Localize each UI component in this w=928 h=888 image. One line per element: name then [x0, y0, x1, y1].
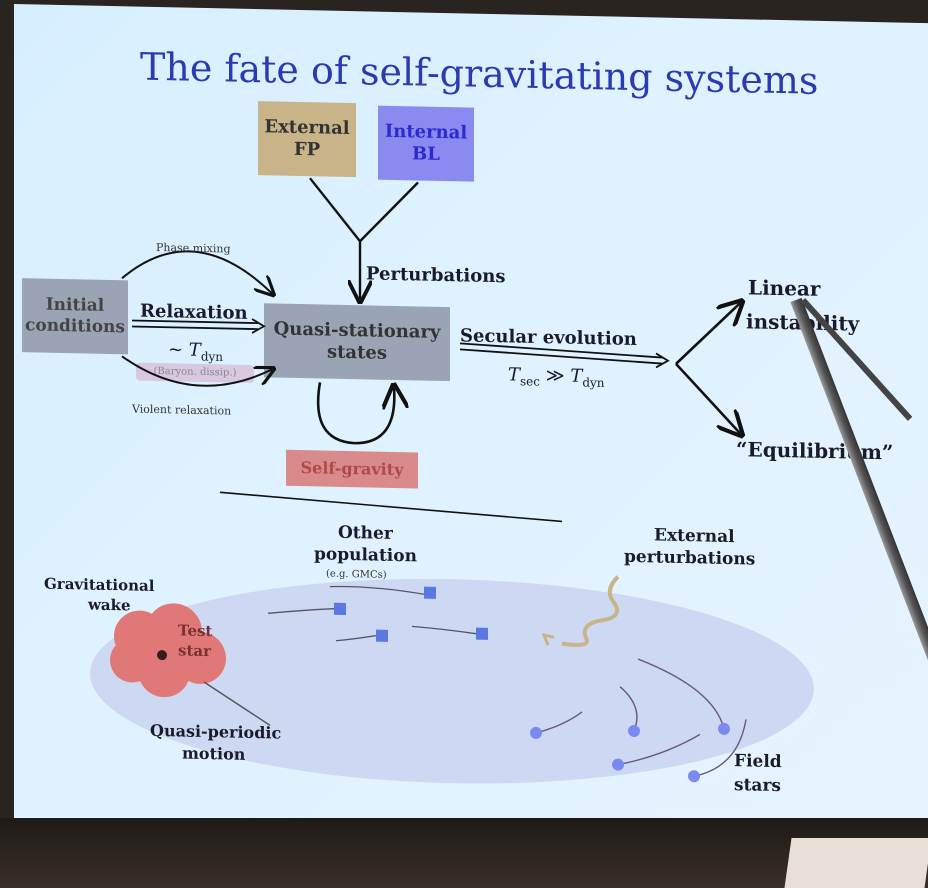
eg-gmcs-label: (e.g. GMCs): [326, 568, 387, 581]
external-perturbations-label-1: External: [654, 525, 735, 548]
other-label: Other: [338, 522, 393, 544]
gravitational-label: Gravitational: [44, 574, 155, 595]
t-dyn-subscript-2: dyn: [582, 375, 605, 390]
gmc-marker-2: [334, 602, 346, 615]
star-label: star: [178, 641, 211, 661]
secular-evolution-label: Secular evolution: [460, 325, 637, 351]
equilibrium-label: “Equilibrium”: [736, 437, 894, 465]
t-dyn-symbol: ~ T: [168, 339, 201, 361]
relaxation-arrow-bottom: [132, 325, 258, 331]
fp-branch-line: [309, 177, 361, 242]
t-dyn-subscript: dyn: [200, 349, 224, 364]
separator-line: [219, 491, 563, 523]
quasi-periodic-label: Quasi-periodic: [150, 720, 282, 743]
equilibrium-fork-arrow: [675, 362, 740, 433]
secular-arrow-bottom: [459, 348, 663, 365]
gmc-marker-3: [376, 629, 388, 642]
phase-mixing-label: Phase mixing: [156, 240, 231, 256]
gmc-marker-1: [424, 586, 436, 599]
external-perturbations-label-2: perturbations: [624, 546, 756, 570]
stars-label: stars: [734, 775, 781, 797]
much-greater-symbol: ≫: [545, 365, 565, 387]
self-gravity-loop: [316, 382, 394, 445]
diagram-arrows: [90, 177, 814, 784]
relaxation-arrow-head: [251, 318, 266, 334]
field-label: Field: [734, 751, 782, 773]
motion-label: motion: [182, 743, 246, 764]
t-sec-label: Tsec ≫ Tdyn: [508, 364, 605, 390]
field-star-5: [688, 770, 700, 783]
linear-label: Linear: [748, 275, 821, 301]
relaxation-label: Relaxation: [140, 300, 248, 324]
gmc-marker-4: [476, 627, 488, 640]
violent-relaxation-label: Violent relaxation: [132, 402, 232, 418]
population-label: population: [314, 544, 417, 567]
linear-fork-arrow: [675, 302, 740, 365]
wake-label: wake: [88, 595, 131, 615]
phase-mixing-arc: [121, 250, 272, 293]
t-sec-subscript: sec: [520, 374, 540, 389]
perturbations-label: Perturbations: [366, 263, 506, 288]
test-label: Test: [178, 621, 213, 641]
t-dyn-label: ~ Tdyn: [168, 339, 223, 364]
t-sec-symbol: T: [508, 364, 521, 386]
podium-corner: [784, 838, 928, 888]
bl-branch-line: [359, 181, 419, 243]
t-dyn-symbol-2: T: [570, 365, 583, 387]
secular-arrow-head: [655, 352, 670, 369]
slide: The fate of self-gravitating systems Ext…: [14, 4, 928, 840]
